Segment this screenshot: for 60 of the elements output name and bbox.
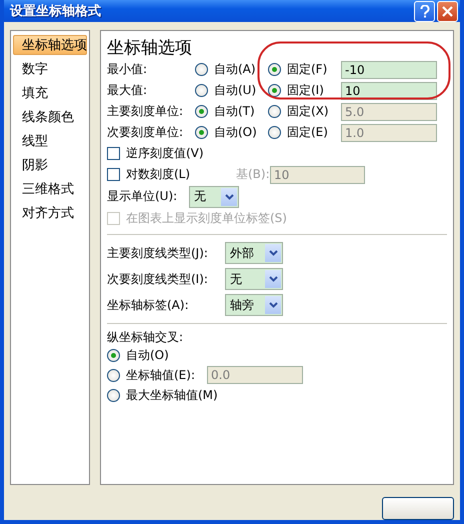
category-item[interactable]: 线条颜色 [13,107,87,127]
radio-button[interactable] [195,84,208,97]
dropdown[interactable]: 外部 [225,242,283,264]
field-label: 次要刻度单位: [107,124,184,141]
category-item[interactable]: 线型 [13,131,87,151]
option-label[interactable]: 固定(X) [287,103,329,120]
option-label[interactable]: 固定(I) [287,82,324,99]
dropdown[interactable]: 无 [189,186,239,208]
option-label[interactable]: 自动(U) [214,82,256,99]
close-button[interactable] [437,0,458,22]
radio-button[interactable] [195,105,208,118]
radio-button[interactable] [268,84,281,97]
field-label: 主要刻度单位: [107,103,184,120]
number-field[interactable]: -10 [341,60,437,78]
chevron-icon [224,194,234,200]
category-item[interactable]: 填充 [13,83,87,103]
help-button[interactable] [414,0,435,22]
option-label[interactable]: 自动(O) [214,124,257,141]
category-item[interactable]: 阴影 [13,155,87,175]
category-item[interactable]: 坐标轴选项 [13,35,87,55]
dropdown[interactable]: 轴旁 [225,294,283,316]
checkbox[interactable] [107,168,120,181]
dropdown[interactable]: 无 [225,268,283,290]
chevron-icon [268,250,278,256]
radio-button[interactable] [107,388,120,402]
category-item[interactable]: 对齐方式 [13,203,87,223]
category-item[interactable]: 数字 [13,59,87,79]
radio-button[interactable] [195,126,208,139]
field-label: 基(B): [236,166,270,183]
option-label[interactable]: 自动(O) [126,346,169,364]
option-label[interactable]: 自动(A) [214,61,256,78]
radio-button[interactable] [268,63,281,76]
chevron-icon [268,302,278,308]
section-heading: 坐标轴选项 [107,37,193,59]
radio-button[interactable] [107,348,120,362]
field-label: 显示单位(U): [107,188,178,205]
checkbox[interactable] [107,147,120,160]
field-label: 主要刻度线类型(J): [107,244,209,262]
group-label: 纵坐标轴交叉: [107,328,184,346]
dialog-button[interactable] [382,497,454,520]
option-label[interactable]: 自动(T) [214,103,255,120]
option-label[interactable]: 最大坐标轴值(M) [126,386,218,404]
field-label: 最大值: [107,82,148,99]
option-label[interactable]: 固定(E) [287,124,328,141]
help-icon [420,4,430,18]
field-label: 坐标轴标签(A): [107,296,190,314]
window-title: 设置坐标轴格式 [10,3,101,20]
checkbox-label[interactable]: 逆序刻度值(V) [126,145,236,162]
option-label[interactable]: 固定(F) [287,61,328,78]
radio-button[interactable] [195,63,208,76]
chevron-icon [268,276,278,282]
field-label: 次要刻度线类型(I): [107,270,209,288]
category-item[interactable]: 三维格式 [13,179,87,199]
radio-button[interactable] [107,368,120,382]
field-label: 最小值: [107,61,148,78]
close-icon [442,6,453,16]
radio-button[interactable] [268,105,281,118]
checkbox-label[interactable]: 对数刻度(L) [126,166,236,183]
radio-button[interactable] [268,126,281,139]
option-label[interactable]: 坐标轴值(E): [126,366,195,384]
